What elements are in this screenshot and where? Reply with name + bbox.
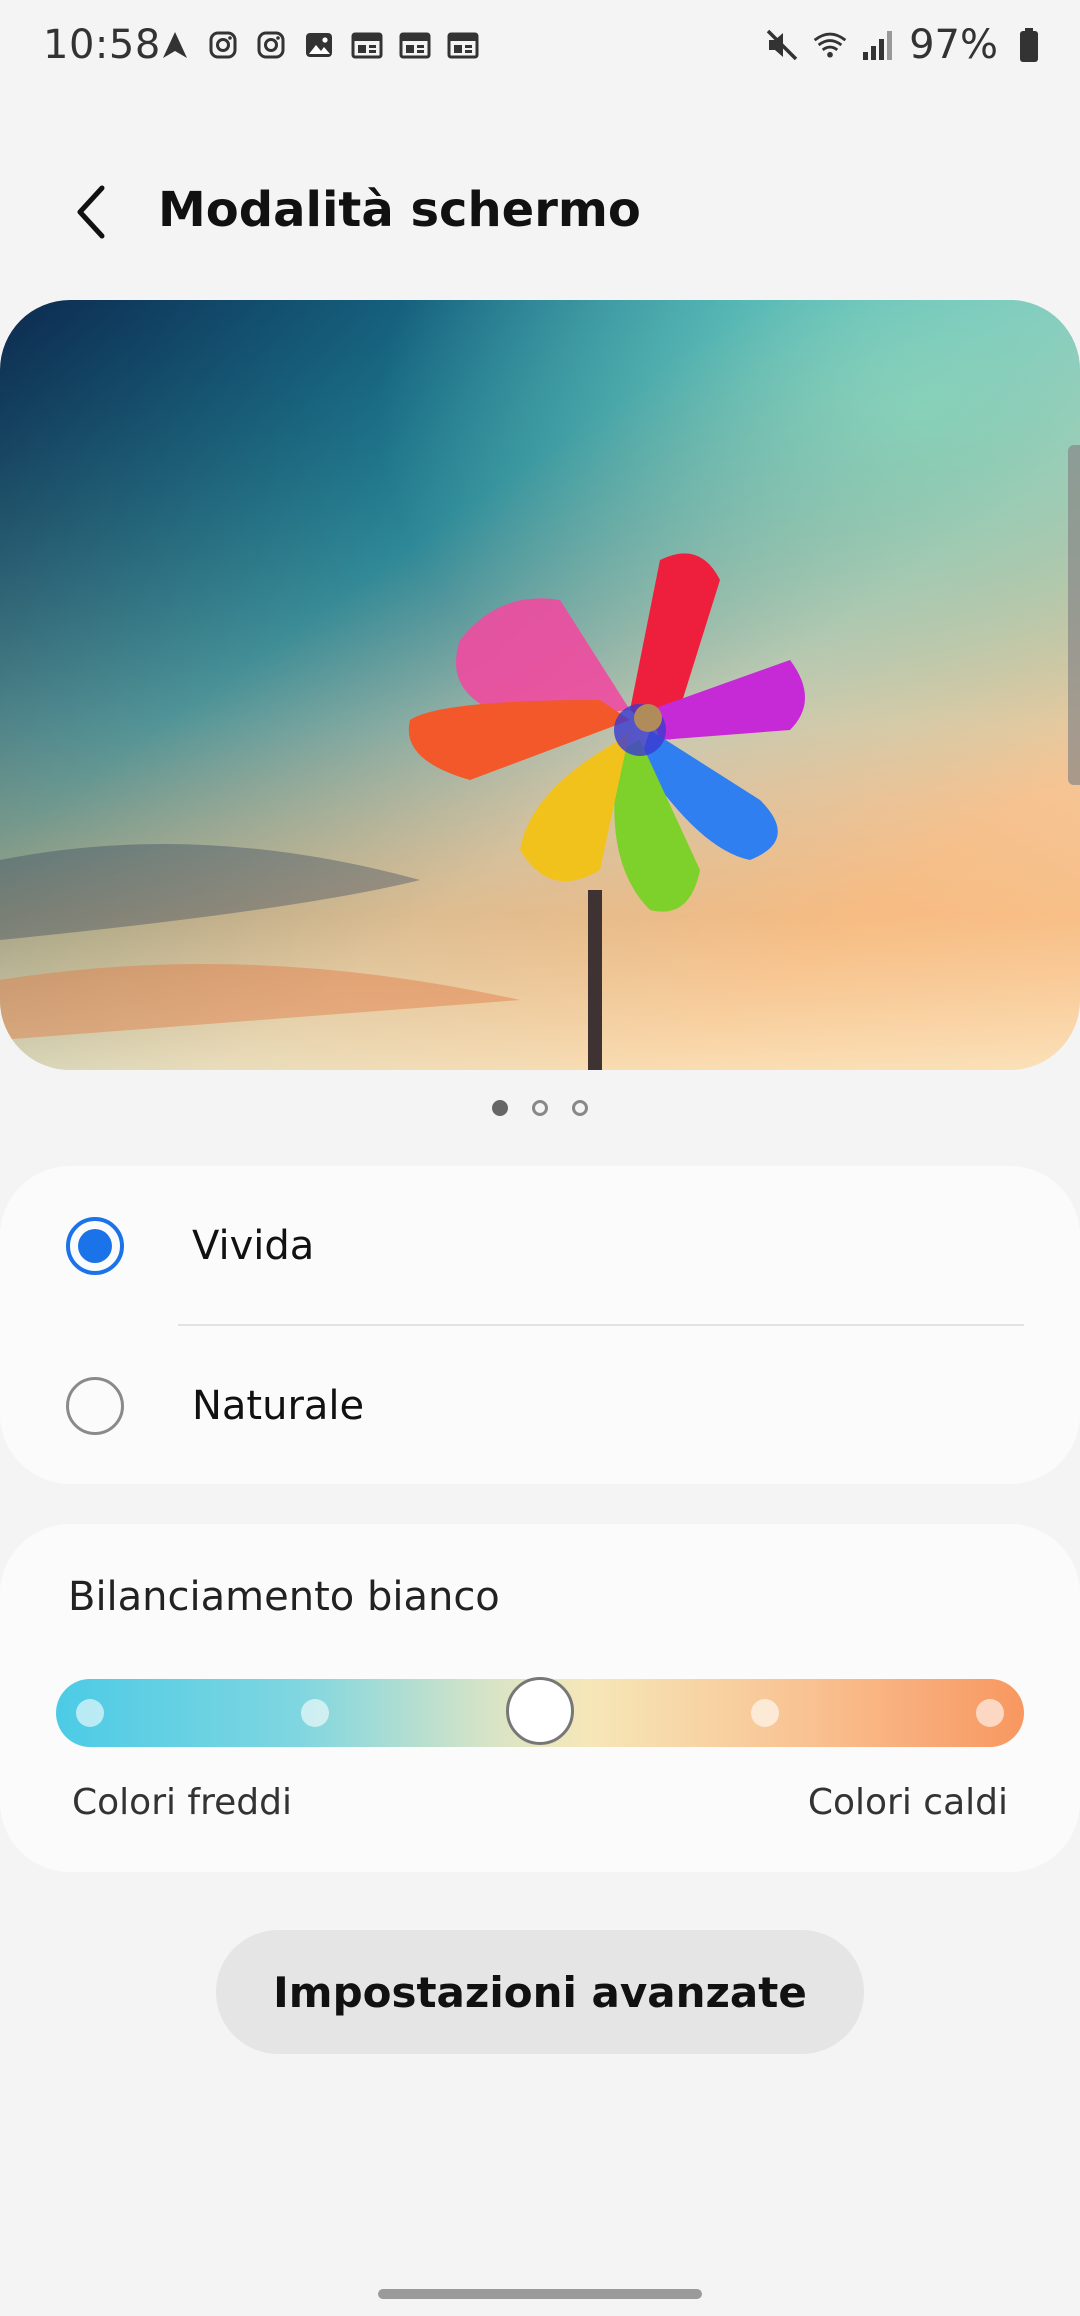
screen-mode-card: Vivida Naturale (0, 1166, 1080, 1484)
radio-vivida[interactable] (66, 1217, 124, 1275)
status-bar: 10:58 97% (0, 0, 1080, 92)
preview-page-indicator (0, 1100, 1080, 1116)
calendar-icon (398, 28, 432, 62)
mute-icon (765, 28, 799, 62)
slider-step[interactable] (301, 1699, 329, 1727)
status-time: 10:58 (43, 22, 161, 68)
scroll-handle[interactable] (1068, 445, 1080, 785)
radio-naturale[interactable] (66, 1377, 124, 1435)
gallery-icon (302, 28, 336, 62)
option-label-naturale: Naturale (192, 1383, 365, 1429)
navigation-icon (158, 28, 192, 62)
page-dot-2[interactable] (532, 1100, 548, 1116)
wifi-icon (813, 28, 847, 62)
page-dot-1[interactable] (492, 1100, 508, 1116)
instagram-icon (254, 28, 288, 62)
slider-thumb[interactable] (506, 1677, 574, 1745)
slider-step[interactable] (751, 1699, 779, 1727)
option-vivida[interactable]: Vivida (0, 1166, 1080, 1326)
cool-colors-label: Colori freddi (72, 1782, 292, 1823)
advanced-settings-button[interactable]: Impostazioni avanzate (216, 1930, 864, 2054)
home-indicator[interactable] (378, 2289, 702, 2299)
battery-icon (1012, 28, 1046, 62)
instagram-icon (206, 28, 240, 62)
option-naturale[interactable]: Naturale (0, 1326, 1080, 1486)
preview-carousel[interactable] (0, 300, 1080, 1070)
calendar-icon (350, 28, 384, 62)
notification-icons (158, 28, 480, 62)
slider-step[interactable] (976, 1699, 1004, 1727)
page-title: Modalità schermo (158, 182, 641, 238)
app-header: Modalità schermo (0, 160, 1080, 260)
calendar-icon (446, 28, 480, 62)
option-label-vivida: Vivida (192, 1223, 315, 1269)
pinwheel-preview-image (0, 300, 1080, 1070)
signal-icon (861, 28, 895, 62)
back-arrow-icon (77, 185, 105, 239)
white-balance-slider[interactable] (56, 1677, 1024, 1747)
page-dot-3[interactable] (572, 1100, 588, 1116)
warm-colors-label: Colori caldi (807, 1782, 1008, 1823)
back-button[interactable] (58, 180, 122, 244)
system-icons: 97% (765, 22, 1046, 68)
white-balance-card: Bilanciamento bianco Colori freddi Color… (0, 1524, 1080, 1872)
battery-percent: 97% (909, 22, 998, 68)
slider-step[interactable] (76, 1699, 104, 1727)
white-balance-title: Bilanciamento bianco (68, 1574, 500, 1620)
